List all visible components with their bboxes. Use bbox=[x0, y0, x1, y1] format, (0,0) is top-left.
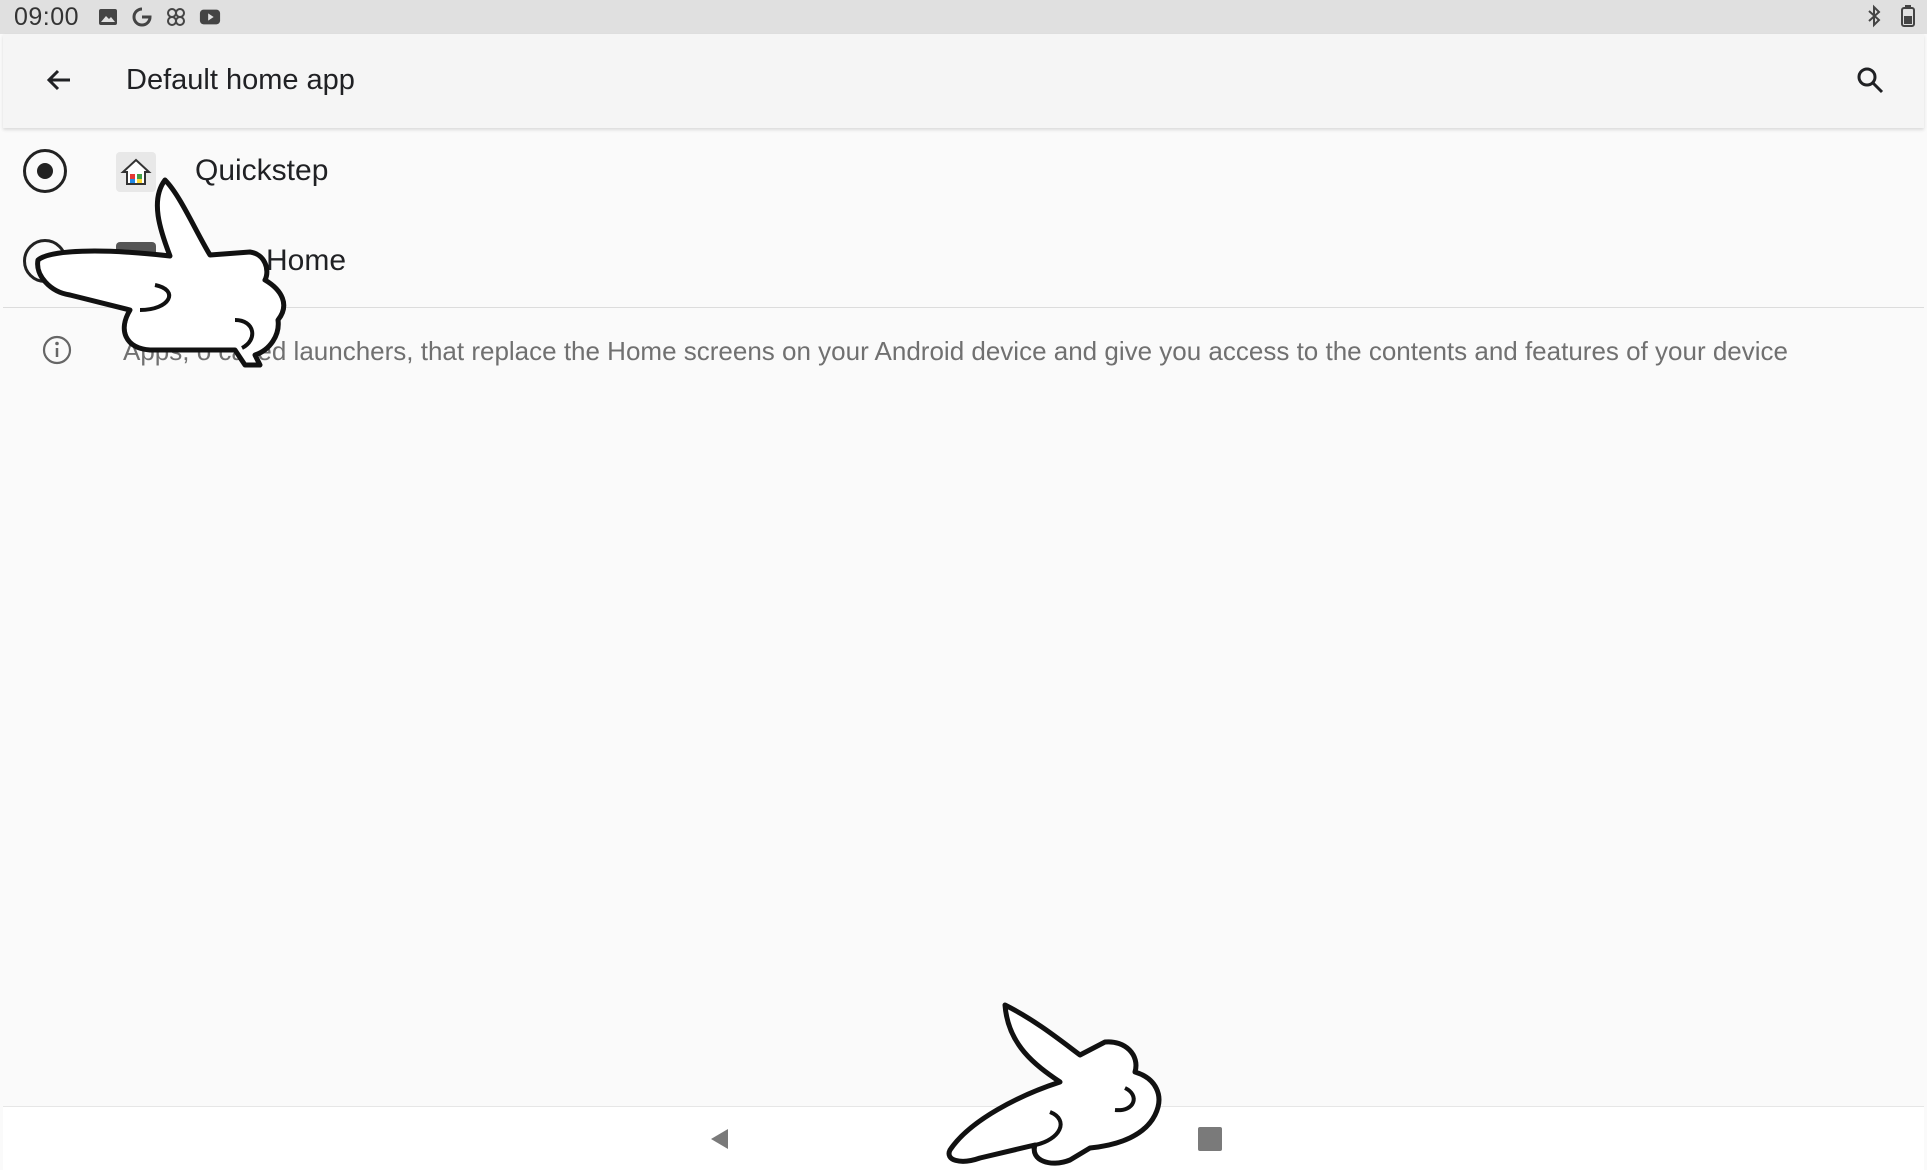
status-time: 09:00 bbox=[14, 2, 80, 31]
google-icon bbox=[131, 6, 153, 28]
app-bar: Default home app bbox=[3, 34, 1924, 128]
home-icon bbox=[116, 152, 156, 192]
pinwheel-icon bbox=[165, 6, 187, 28]
info-text: Apps, o called launchers, that replace t… bbox=[123, 336, 1788, 366]
bluetooth-icon bbox=[1867, 4, 1881, 33]
app-icon bbox=[116, 242, 156, 282]
status-bar: 09:00 bbox=[0, 0, 1927, 34]
option-label: re Home bbox=[231, 244, 347, 277]
battery-icon bbox=[1901, 4, 1915, 33]
nav-home-icon[interactable] bbox=[948, 1125, 976, 1153]
home-app-list: Quickstep re Home bbox=[3, 128, 1924, 308]
photo-icon bbox=[97, 6, 119, 28]
navigation-bar bbox=[3, 1106, 1924, 1170]
screen: 09:00 Default home app Quickstep re Home… bbox=[0, 0, 1927, 1170]
info-icon bbox=[41, 334, 73, 366]
back-button[interactable] bbox=[39, 62, 79, 102]
status-icons-right bbox=[1867, 4, 1915, 33]
option-other-home[interactable]: re Home bbox=[3, 218, 1924, 308]
radio-button-unselected[interactable] bbox=[23, 239, 67, 283]
option-label: Quickstep bbox=[195, 154, 329, 187]
nav-recents-icon[interactable] bbox=[1198, 1127, 1222, 1151]
search-icon bbox=[1855, 65, 1885, 100]
nav-back-icon[interactable] bbox=[708, 1127, 732, 1151]
info-row: Apps, o called launchers, that replace t… bbox=[3, 330, 1924, 374]
status-icons-left bbox=[97, 6, 221, 28]
option-quickstep[interactable]: Quickstep bbox=[3, 128, 1924, 218]
search-button[interactable] bbox=[1850, 62, 1890, 102]
youtube-icon bbox=[199, 6, 221, 28]
radio-button-selected[interactable] bbox=[23, 149, 67, 193]
divider bbox=[3, 307, 1924, 308]
page-title: Default home app bbox=[126, 64, 355, 96]
arrow-back-icon bbox=[44, 65, 74, 100]
